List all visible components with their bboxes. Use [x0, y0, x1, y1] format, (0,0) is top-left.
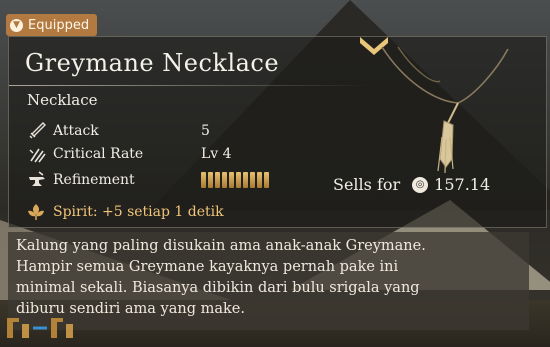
refinement-pip	[243, 172, 248, 188]
refinement-pip	[264, 172, 269, 188]
stat-value: Lv 4	[201, 146, 232, 162]
refinement-pip	[222, 172, 227, 188]
stat-name: Critical Rate	[53, 146, 144, 162]
item-name: Greymane Necklace	[25, 49, 280, 77]
equipped-tag: ▼ Equipped	[6, 14, 98, 36]
stat-refinement: Refinement	[27, 170, 269, 190]
refinement-pip	[257, 172, 262, 188]
refinement-bar	[201, 172, 269, 188]
sell-price: Sells for ◎ 157.14	[333, 175, 490, 194]
refinement-pip	[208, 172, 213, 188]
stat-critical-rate: Critical Rate Lv 4	[27, 144, 232, 164]
anvil-icon	[29, 171, 45, 186]
equipped-label: Equipped	[28, 17, 90, 33]
stat-value: 5	[201, 123, 210, 139]
watermark-logo	[7, 318, 73, 338]
crit-slash-icon	[29, 148, 46, 163]
stat-attack: Attack 5	[27, 121, 210, 141]
sword-icon	[29, 122, 46, 139]
stat-name: Attack	[53, 123, 99, 139]
item-card: Greymane Necklace Necklace Attack 5 Crit…	[8, 36, 547, 228]
title-divider	[9, 85, 369, 86]
refinement-pip	[215, 172, 220, 188]
item-description: Kalung yang paling disukain ama anak-ana…	[8, 232, 529, 330]
spirit-leaf-icon	[28, 204, 44, 220]
coin-icon: ◎	[412, 176, 429, 193]
refinement-pip	[250, 172, 255, 188]
refinement-pip	[201, 172, 206, 188]
description-line: Kalung yang paling disukain ama anak-ana…	[16, 238, 426, 254]
necklace-art	[381, 46, 509, 174]
refinement-pip	[229, 172, 234, 188]
refinement-pip	[236, 172, 241, 188]
stat-name: Refinement	[53, 172, 135, 188]
spirit-bonus: Spirit: +5 setiap 1 detik	[27, 203, 224, 221]
item-type: Necklace	[27, 91, 98, 109]
description-line: Hampir semua Greymane kayaknya pernah pa…	[16, 259, 399, 275]
sell-price-value: 157.14	[434, 175, 491, 194]
spirit-text: Spirit: +5 setiap 1 detik	[53, 204, 224, 220]
description-line: minimal sekali. Biasanya dibikin dari bu…	[16, 280, 420, 296]
description-line: diburu sendiri ama yang make.	[16, 301, 245, 317]
sells-for-label: Sells for	[333, 175, 401, 194]
equipped-shield-icon: ▼	[10, 18, 23, 32]
